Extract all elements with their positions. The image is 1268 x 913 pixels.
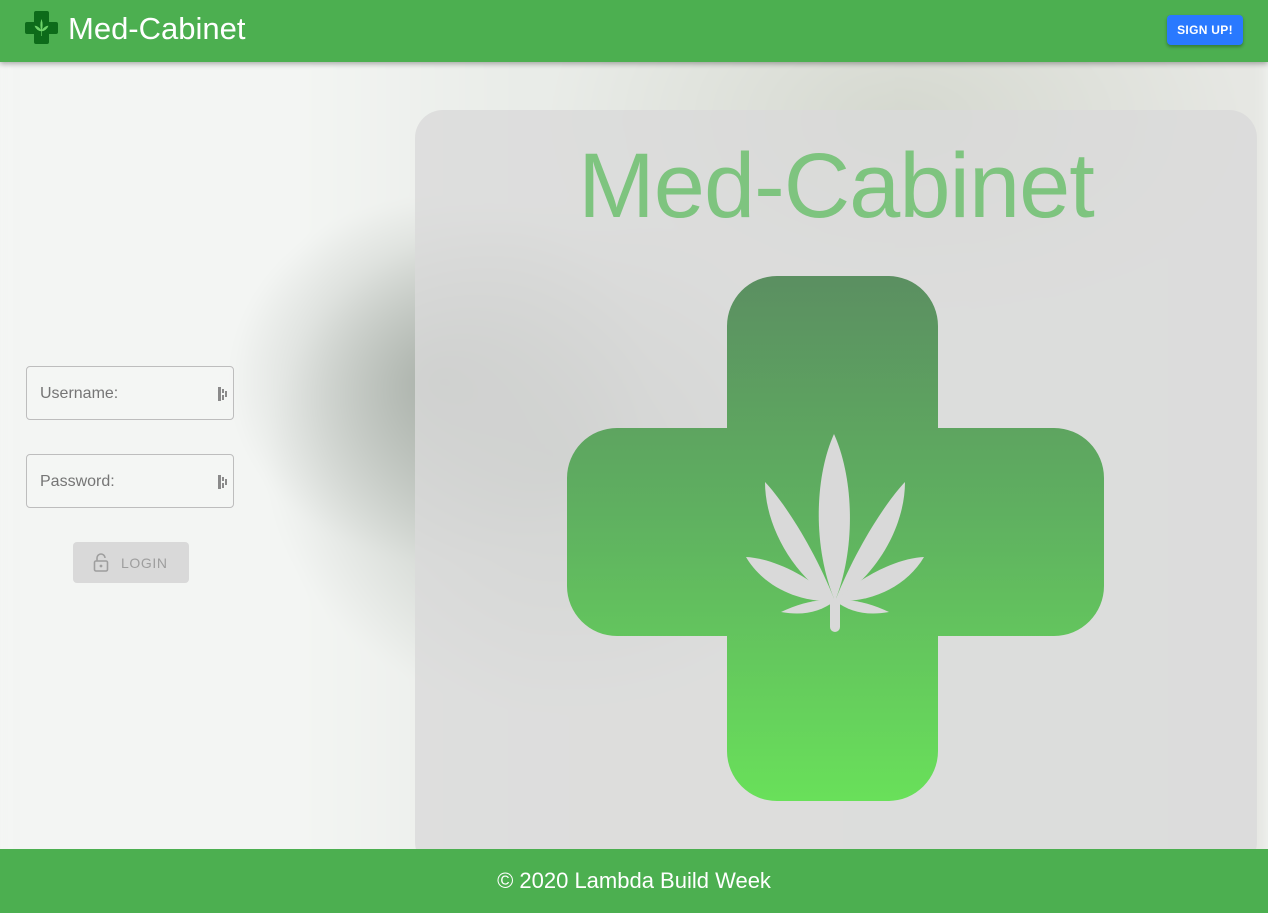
app-title: Med-Cabinet <box>68 11 246 46</box>
password-field[interactable]: Password: <box>26 454 234 508</box>
username-field[interactable]: Username: <box>26 366 234 420</box>
password-manager-key-icon[interactable] <box>217 386 229 402</box>
hero-title: Med-Cabinet <box>578 135 1095 237</box>
medical-cross-leaf-icon <box>567 276 1104 801</box>
password-placeholder: Password: <box>40 473 115 490</box>
hero-card: Med-Cabinet <box>415 110 1257 870</box>
username-placeholder: Username: <box>40 385 119 402</box>
medical-cross-leaf-icon <box>25 11 58 44</box>
password-manager-key-icon[interactable] <box>217 474 229 490</box>
login-label: LOGIN <box>121 555 168 571</box>
app-header: Med-Cabinet SIGN UP! <box>0 0 1268 62</box>
sign-up-button[interactable]: SIGN UP! <box>1167 15 1243 45</box>
copyright-text: © 2020 Lambda Build Week <box>497 868 771 893</box>
lock-open-icon <box>93 553 109 572</box>
app-footer: © 2020 Lambda Build Week <box>0 849 1268 913</box>
login-button[interactable]: LOGIN <box>73 542 189 583</box>
